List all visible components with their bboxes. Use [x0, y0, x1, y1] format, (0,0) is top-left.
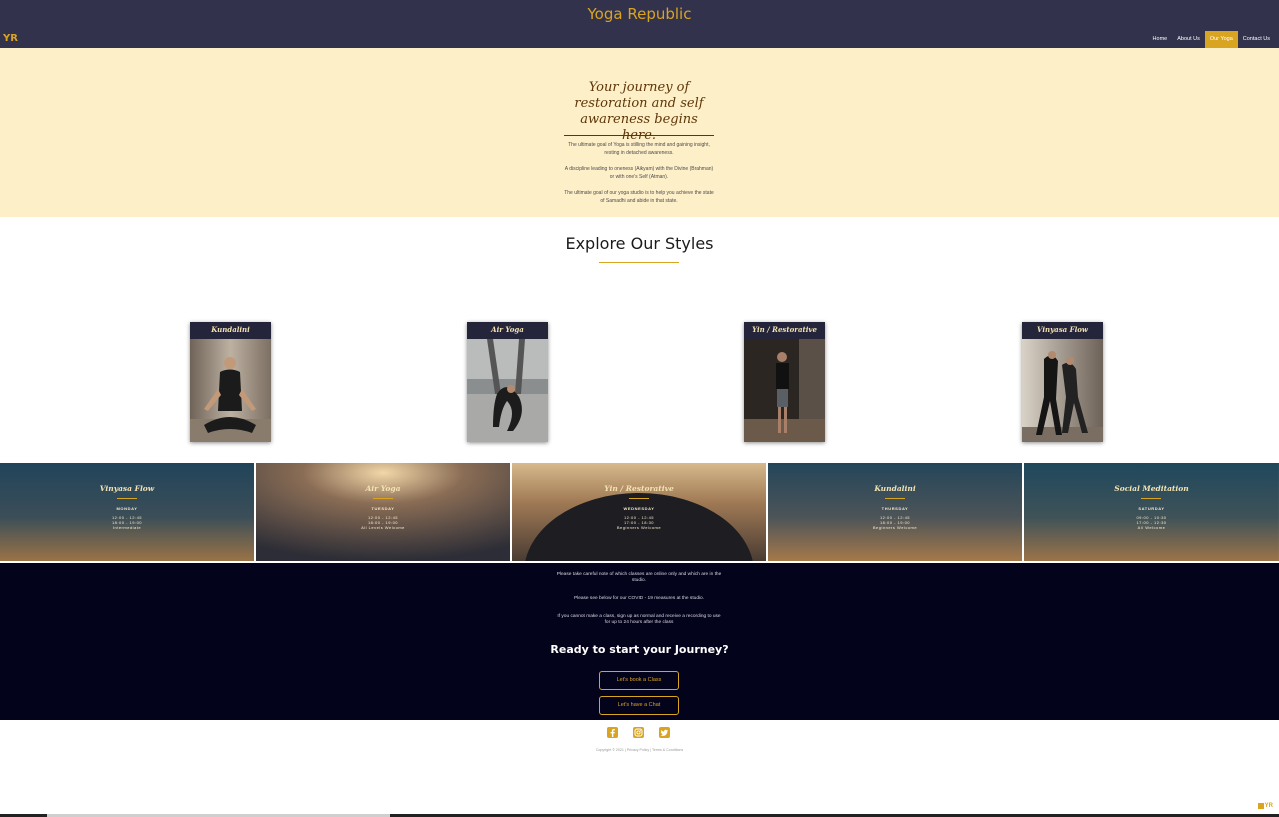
facebook-icon[interactable] [607, 727, 618, 738]
top-header: Yoga Republic YR Home About Us Our Yoga … [0, 0, 1279, 48]
schedule-card-tuesday[interactable]: Air Yoga TUESDAY 12:00 - 12:45 18:00 - 1… [256, 463, 510, 561]
kundalini-photo [190, 339, 271, 442]
schedule-day: WEDNESDAY [623, 506, 655, 511]
schedule-background [256, 463, 510, 561]
schedule-level: Beginners Welcome [872, 525, 918, 530]
style-card-vinyasa-flow[interactable]: Vinyasa Flow [1022, 322, 1103, 442]
yin-restorative-photo [744, 339, 825, 442]
schedule-level: All Welcome [1137, 525, 1166, 530]
chat-button[interactable]: Let's have a Chat [599, 696, 679, 715]
card-title: Kundalini [211, 325, 250, 334]
schedule-background [0, 463, 254, 561]
schedule-title: Yin / Restorative [604, 484, 674, 493]
instagram-icon[interactable] [633, 727, 644, 738]
explore-divider [599, 262, 679, 263]
copyright-text: Copyright © 2021 | Privacy Policy | Term… [595, 748, 684, 752]
schedule-divider [373, 498, 393, 499]
info-paragraph: Please see below for our COVID - 19 meas… [573, 596, 705, 601]
nav-home[interactable]: Home [1148, 31, 1173, 48]
info-paragraph: Please take careful note of which classe… [556, 572, 722, 583]
schedule-background [768, 463, 1022, 561]
style-card-kundalini[interactable]: Kundalini [190, 322, 271, 442]
info-section: Please take careful note of which classe… [0, 563, 1279, 720]
footer-logo-text: YR [1264, 803, 1273, 809]
schedule-day: SATURDAY [1138, 506, 1165, 511]
schedule-divider [1141, 498, 1161, 499]
nav-about-us[interactable]: About Us [1172, 31, 1205, 48]
schedule-divider [117, 498, 137, 499]
card-title: Yin / Restorative [752, 325, 817, 334]
style-card-yin-restorative[interactable]: Yin / Restorative [744, 322, 825, 442]
schedule-title: Social Meditation [1114, 484, 1189, 493]
main-nav: Home About Us Our Yoga Contact Us [1148, 31, 1275, 48]
schedule-card-thursday[interactable]: Kundalini THURSDAY 12:00 - 12:45 18:00 -… [768, 463, 1022, 561]
card-title: Vinyasa Flow [1037, 325, 1088, 334]
hero-divider [564, 135, 714, 136]
hero-paragraph: A discipline leading to oneness (Aikyam)… [564, 166, 714, 180]
site-title[interactable]: Yoga Republic [0, 5, 1279, 23]
explore-title: Explore Our Styles [565, 234, 714, 253]
footer-logo[interactable]: YR [1257, 803, 1273, 809]
schedule-card-wednesday[interactable]: Yin / Restorative WEDNESDAY 12:00 - 12:4… [512, 463, 766, 561]
hero-section: Your journey of restoration and self awa… [0, 48, 1279, 217]
schedule-card-saturday[interactable]: Social Meditation SATURDAY 09:00 - 10:30… [1024, 463, 1279, 561]
vinyasa-flow-photo [1022, 339, 1103, 442]
cta-heading: Ready to start your Journey? [550, 643, 729, 656]
schedule-background [1024, 463, 1279, 561]
schedule-day: TUESDAY [371, 506, 395, 511]
air-yoga-photo [467, 339, 548, 442]
schedule-level: Beginners Welcome [616, 525, 662, 530]
card-title: Air Yoga [491, 325, 524, 334]
hero-paragraph: The ultimate goal of our yoga studio is … [564, 190, 714, 204]
book-class-button[interactable]: Let's book a Class [599, 671, 679, 690]
schedule-divider [629, 498, 649, 499]
schedule-card-monday[interactable]: Vinyasa Flow MONDAY 12:00 - 12:45 18:00 … [0, 463, 254, 561]
schedule-title: Air Yoga [365, 484, 401, 493]
hero-paragraph: The ultimate goal of Yoga is stilling th… [568, 142, 710, 156]
nav-contact-us[interactable]: Contact Us [1238, 31, 1275, 48]
schedule-level: All Levels Welcome [361, 525, 405, 530]
style-card-air-yoga[interactable]: Air Yoga [467, 322, 548, 442]
twitter-icon[interactable] [659, 727, 670, 738]
schedule-day: MONDAY [116, 506, 138, 511]
nav-our-yoga[interactable]: Our Yoga [1204, 31, 1238, 48]
footer-logo-mark-icon [1257, 803, 1264, 809]
info-paragraph: If you cannot make a class, sign up as n… [557, 614, 721, 625]
schedule-title: Vinyasa Flow [99, 484, 155, 493]
schedule-title: Kundalini [874, 484, 916, 493]
schedule-level: Intermediate [112, 525, 142, 530]
schedule-divider [885, 498, 905, 499]
logo[interactable]: YR [3, 33, 18, 44]
schedule-day: THURSDAY [881, 506, 909, 511]
schedule-background [512, 463, 766, 561]
